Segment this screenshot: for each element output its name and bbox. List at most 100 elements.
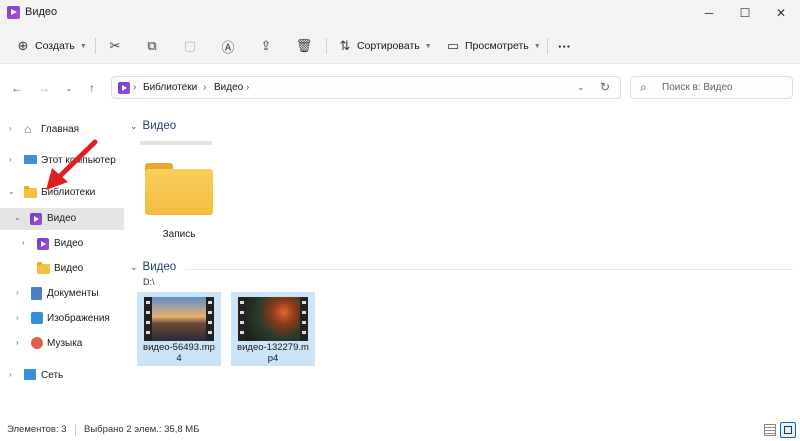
sidebar-item-label: Изображения <box>47 313 110 324</box>
trash-icon: 🗑 <box>295 38 313 53</box>
share-button[interactable]: ⇪ <box>257 36 275 56</box>
rename-button[interactable]: Ⓐ <box>219 36 237 56</box>
video-thumbnail <box>238 297 308 341</box>
file-name-line: видео-56493.mp <box>143 342 215 353</box>
sort-label: Сортировать <box>357 40 420 52</box>
breadcrumb-separator-icon: › <box>203 82 207 93</box>
chevron-down-icon: ⌄ <box>130 120 138 131</box>
file-name: видео-132279.m p4 <box>231 342 315 364</box>
music-icon <box>31 337 43 349</box>
plus-circle-icon: ⊕ <box>17 38 29 53</box>
chevron-right-icon[interactable]: › <box>22 238 25 247</box>
sidebar-item-label: Видео <box>47 213 77 224</box>
video-file-tile[interactable]: видео-56493.mp 4 <box>137 292 221 366</box>
chevron-down-icon: ▼ <box>79 42 87 50</box>
details-view-icon[interactable] <box>764 424 776 436</box>
documents-icon <box>31 287 42 300</box>
sort-button[interactable]: ⇅ Сортировать ▼ <box>336 36 432 56</box>
recent-locations-chevron-icon[interactable]: ⌄ <box>61 80 77 96</box>
annotation-arrow-icon <box>46 139 98 190</box>
scissors-icon: ✂ <box>109 38 121 53</box>
command-bar: ⊕ Создать ▼ ✂ ⧉ ▢ Ⓐ ⇪ 🗑 ⇅ Сортировать ▼ … <box>0 26 800 64</box>
copy-button[interactable]: ⧉ <box>143 36 161 56</box>
address-dropdown-icon[interactable]: ⌄ <box>577 82 585 93</box>
file-name-line: видео-132279.m <box>237 342 309 353</box>
sidebar-item-label: Главная <box>41 124 80 135</box>
view-label: Просмотреть <box>465 40 529 52</box>
computer-icon <box>24 155 37 164</box>
chevron-right-icon[interactable]: › <box>9 370 12 379</box>
forward-arrow-icon[interactable]: → <box>36 80 52 96</box>
sidebar-item-label: Видео <box>54 238 84 249</box>
back-arrow-icon[interactable]: ← <box>9 80 25 96</box>
group-subtitle-blur <box>140 141 212 145</box>
video-library-icon <box>7 6 20 19</box>
items-count: Элементов: 3 <box>7 424 67 435</box>
group-divider <box>185 269 793 270</box>
sidebar-item-label: Сеть <box>41 370 64 381</box>
separator <box>95 38 96 54</box>
address-bar[interactable]: › Библиотеки › Видео › ⌄ ↻ <box>111 76 621 99</box>
folder-name[interactable]: Запись <box>137 229 221 240</box>
up-arrow-icon[interactable]: ↑ <box>84 80 100 96</box>
network-icon <box>24 369 36 380</box>
view-button[interactable]: ▭ Просмотреть ▼ <box>444 36 541 56</box>
file-name: видео-56493.mp 4 <box>137 342 221 364</box>
sort-icon: ⇅ <box>339 38 351 53</box>
video-library-icon <box>118 82 130 94</box>
sidebar-item-video-d[interactable]: › Видео <box>0 233 124 255</box>
libraries-folder-icon <box>24 186 37 198</box>
chevron-down-icon: ⌄ <box>130 261 138 272</box>
more-options-button[interactable]: ··· <box>558 36 571 56</box>
sidebar-item-music[interactable]: › Музыка <box>0 333 124 355</box>
sidebar-item-video-library[interactable]: ⌄ Видео <box>0 208 124 230</box>
separator <box>326 38 327 54</box>
paste-button[interactable]: ▢ <box>181 36 199 56</box>
view-icon: ▭ <box>446 38 460 53</box>
create-button[interactable]: ⊕ Создать ▼ <box>14 36 87 56</box>
chevron-right-icon[interactable]: › <box>16 288 19 297</box>
chevron-down-icon: ▼ <box>424 42 432 50</box>
chevron-right-icon[interactable]: › <box>9 155 12 164</box>
title-bar: Видео ─ ☐ ✕ <box>0 0 800 26</box>
large-icons-view-icon[interactable] <box>780 422 796 438</box>
video-file-tile[interactable]: видео-132279.m p4 <box>231 292 315 366</box>
search-input[interactable]: ⌕ Поиск в: Видео <box>630 76 793 99</box>
search-icon: ⌕ <box>640 80 647 94</box>
refresh-icon[interactable]: ↻ <box>600 80 610 94</box>
breadcrumb-separator-icon: › <box>133 82 137 93</box>
group-title: Видео <box>142 120 177 132</box>
chevron-right-icon[interactable]: › <box>9 124 12 133</box>
group-subtitle: D:\ <box>143 277 155 287</box>
chevron-down-icon[interactable]: ⌄ <box>14 213 21 222</box>
sidebar-item-documents[interactable]: › Документы <box>0 283 124 305</box>
sidebar-item-pictures[interactable]: › Изображения <box>0 308 124 330</box>
breadcrumb-separator-icon: › <box>246 82 250 93</box>
cut-button[interactable]: ✂ <box>106 36 124 56</box>
chevron-down-icon: ▼ <box>533 42 541 50</box>
delete-button[interactable]: 🗑 <box>295 36 313 56</box>
sidebar-item-label: Документы <box>47 288 99 299</box>
close-button[interactable]: ✕ <box>765 0 797 26</box>
folder-icon <box>37 262 50 274</box>
copy-icon: ⧉ <box>147 38 157 53</box>
sidebar-item-video-folder[interactable]: Видео <box>0 258 124 280</box>
minimize-button[interactable]: ─ <box>693 0 725 26</box>
breadcrumb-video[interactable]: Видео <box>214 82 243 93</box>
group-header-video-d[interactable]: ⌄ Видео <box>130 261 176 273</box>
separator <box>75 424 76 436</box>
home-icon: ⌂ <box>24 122 32 136</box>
chevron-down-icon[interactable]: ⌄ <box>8 187 15 196</box>
chevron-right-icon[interactable]: › <box>16 313 19 322</box>
group-header-video[interactable]: ⌄ Видео <box>130 120 176 132</box>
sidebar-item-label: Видео <box>54 263 84 274</box>
video-thumbnail <box>144 297 214 341</box>
maximize-button[interactable]: ☐ <box>729 0 761 26</box>
breadcrumb-libraries[interactable]: Библиотеки <box>143 82 197 93</box>
file-name-line: p4 <box>267 353 279 364</box>
status-bar: Элементов: 3 Выбрано 2 элем.: 35,8 МБ <box>0 420 800 441</box>
sidebar-item-network[interactable]: › Сеть <box>0 365 124 387</box>
separator <box>547 38 548 54</box>
chevron-right-icon[interactable]: › <box>16 338 19 347</box>
folder-icon[interactable] <box>145 163 213 215</box>
